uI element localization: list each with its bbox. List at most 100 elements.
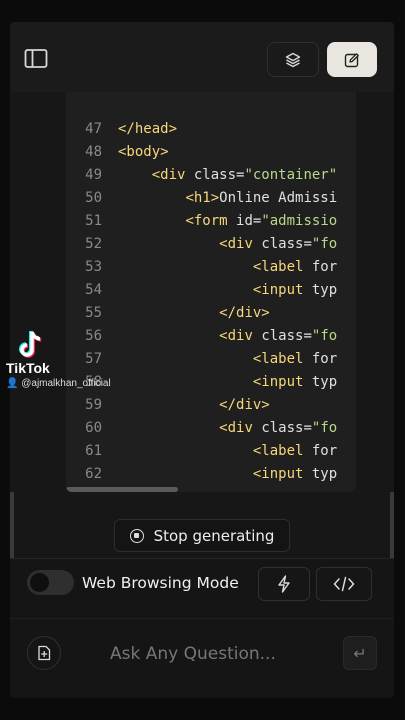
code-text: </div> [118,302,270,325]
code-text: <input typ [118,279,337,302]
code-line: 61 <label for [66,440,356,463]
code-token: <label [252,259,312,275]
code-token: Online Admissi [219,190,338,206]
tiktok-handle-text: @ajmalkhan_official [21,378,111,389]
code-text: <div class="container" [118,164,337,187]
code-view-button[interactable] [316,567,372,601]
code-token: class= [261,420,312,436]
top-toolbar [10,22,394,92]
code-token: for [311,351,338,367]
code-token: class= [261,236,312,252]
code-token: typ [311,374,338,390]
code-line: 53 <label for [66,256,356,279]
code-viewer[interactable]: 47 </head> 48 <body> 49 <div class="containe… [66,92,356,492]
question-input[interactable] [110,639,320,669]
code-token: <div [151,167,194,183]
code-token: </div> [219,305,270,321]
code-token: "fo [311,236,338,252]
code-line: 60 <div class="fo [66,417,356,440]
code-line: 55 </div> [66,302,356,325]
code-text: <label for [118,348,337,371]
code-text: <div class="fo [118,325,337,348]
code-line: 49 <div class="container" [66,164,356,187]
code-token: </div> [219,397,270,413]
code-token: class= [193,167,245,183]
screen-frame: 47 </head> 48 <body> 49 <div class="containe… [0,0,405,720]
code-token: <div [219,420,262,436]
code-token: "fo [311,328,338,344]
code-token: <form [185,213,237,229]
code-text: <div class="fo [118,233,337,256]
code-line: 52 <div class="fo [66,233,356,256]
code-token: "admissio [261,213,338,229]
code-token: </head> [118,121,178,137]
code-line: 48 <body> [66,141,356,164]
code-line: 50 <h1>Online Admissi [66,187,356,210]
stop-generating-button[interactable]: Stop generating [114,519,290,552]
send-button[interactable]: ↵ [343,636,377,670]
line-number: 49 [85,167,102,183]
code-line: 62 <input typ [66,463,356,486]
code-brackets-icon [333,576,355,592]
line-number: 47 [85,121,102,137]
sidebar-toggle-button[interactable] [24,48,52,72]
line-number: 50 [85,190,102,206]
code-token: <h1> [185,190,220,206]
quick-action-button[interactable] [258,567,310,601]
line-number: 55 [85,305,102,321]
code-line: 54 <input typ [66,279,356,302]
web-browsing-label: Web Browsing Mode [82,574,239,592]
right-scroll-rail [390,492,394,562]
code-text: <input typ [118,371,337,394]
code-text: <h1>Online Admissi [118,187,337,210]
layers-button[interactable] [267,42,319,77]
code-token: <input [252,466,312,482]
composer-divider [10,618,394,619]
web-browsing-toggle[interactable] [27,570,74,595]
line-number: 59 [85,397,102,413]
line-number: 54 [85,282,102,298]
line-number: 61 [85,443,102,459]
code-line: 59 </div> [66,394,356,417]
code-token: <input [252,374,312,390]
new-chat-button[interactable] [327,42,377,77]
left-scroll-rail [10,492,14,562]
code-token: "fo [311,420,338,436]
code-token: <label [252,443,312,459]
code-token: <body> [118,144,169,160]
code-text: </div> [118,394,270,417]
code-text: <body> [118,141,169,164]
code-token: typ [311,282,338,298]
stop-generating-label: Stop generating [153,526,275,545]
code-token: <div [219,236,262,252]
line-number: 53 [85,259,102,275]
code-token: id= [236,213,262,229]
tiktok-watermark: TikTok 👤 @ajmalkhan_official [6,330,116,390]
code-text: <form id="admissio [118,210,337,233]
line-number: 52 [85,236,102,252]
line-number: 48 [85,144,102,160]
send-return-icon: ↵ [353,643,367,663]
horizontal-scrollbar[interactable] [66,487,178,492]
edit-icon [344,52,359,67]
tiktok-brand: TikTok [6,360,50,376]
code-token: <label [252,351,312,367]
code-token: typ [311,466,338,482]
sidebar-toggle-icon [24,49,48,68]
code-token: for [311,443,338,459]
lightning-icon [278,575,290,593]
line-number: 51 [85,213,102,229]
attach-file-button[interactable] [27,636,61,670]
code-text: <input typ [118,463,337,486]
